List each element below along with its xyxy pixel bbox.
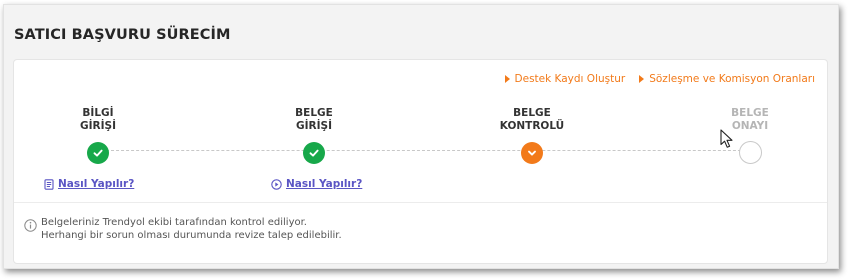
step-label-line1: BELGE xyxy=(295,107,333,119)
top-links: Destek Kaydı Oluştur Sözleşme ve Komisyo… xyxy=(504,73,815,85)
how-to-link-info[interactable]: Nasıl Yapılır? xyxy=(44,178,134,190)
step-3-chevron-down-icon[interactable] xyxy=(521,142,543,164)
how-to-label: Nasıl Yapılır? xyxy=(58,178,135,190)
step-label-belge-onayi: BELGE ONAYI xyxy=(705,107,795,133)
step-1-check-icon xyxy=(87,142,109,164)
play-icon xyxy=(271,178,282,190)
progress-track xyxy=(106,150,756,151)
step-label-line1: BİLGİ xyxy=(82,107,114,119)
step-label-line2: KONTROLÜ xyxy=(499,120,565,132)
step-label-belge-kontrolu: BELGE KONTROLÜ xyxy=(487,107,577,133)
mouse-cursor-icon xyxy=(720,129,733,148)
triangle-right-icon xyxy=(504,75,510,83)
process-card: Destek Kaydı Oluştur Sözleşme ve Komisyo… xyxy=(13,59,828,264)
create-support-ticket-link[interactable]: Destek Kaydı Oluştur xyxy=(504,73,626,85)
info-icon xyxy=(24,219,37,232)
step-label-line2: GİRİŞİ xyxy=(296,120,332,132)
create-support-ticket-label: Destek Kaydı Oluştur xyxy=(514,73,626,85)
info-line-1: Belgeleriniz Trendyol ekibi tarafından k… xyxy=(41,217,307,228)
step-label-belge-girisi: BELGE GİRİŞİ xyxy=(269,107,359,133)
info-line-2: Herhangi bir sorun olması durumunda revi… xyxy=(41,230,342,241)
step-label-line2: ONAYI xyxy=(731,120,769,132)
contract-commission-label: Sözleşme ve Komisyon Oranları xyxy=(649,73,815,85)
step-label-line1: BELGE xyxy=(731,107,769,119)
step-label-bilgi-girisi: BİLGİ GİRİŞİ xyxy=(53,107,143,133)
info-message: Belgeleriniz Trendyol ekibi tarafından k… xyxy=(41,216,342,242)
how-to-link-document[interactable]: Nasıl Yapılır? xyxy=(271,178,362,190)
triangle-right-icon xyxy=(639,75,645,83)
step-label-line1: BELGE xyxy=(513,107,551,119)
contract-commission-link[interactable]: Sözleşme ve Komisyon Oranları xyxy=(639,73,815,85)
document-icon xyxy=(44,178,54,190)
application-window: SATICI BAŞVURU SÜRECİM Destek Kaydı Oluş… xyxy=(3,4,839,269)
step-4-pending-circle-icon xyxy=(739,141,762,164)
divider xyxy=(14,202,827,203)
step-label-line2: GİRİŞİ xyxy=(80,120,116,132)
page-title: SATICI BAŞVURU SÜRECİM xyxy=(14,27,231,43)
step-2-check-icon xyxy=(303,142,325,164)
how-to-label: Nasıl Yapılır? xyxy=(286,178,363,190)
